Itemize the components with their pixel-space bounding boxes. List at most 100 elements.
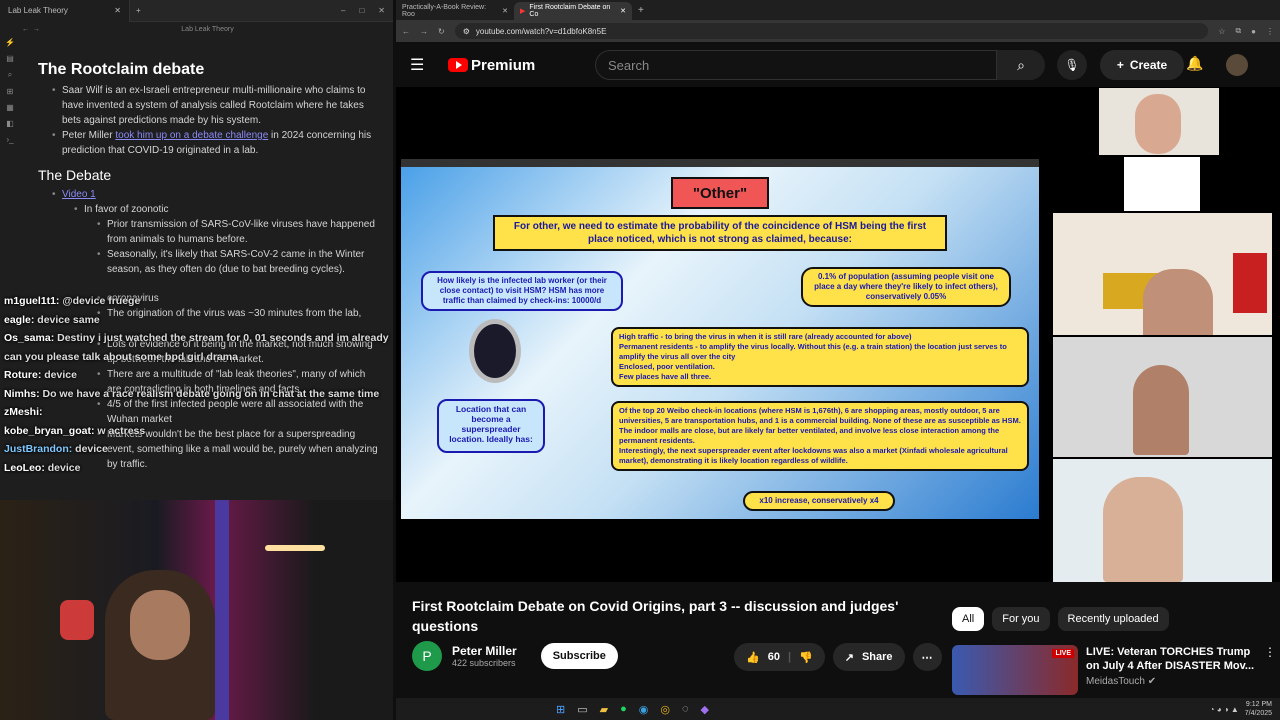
thumbs-down-icon[interactable]: 👎 (799, 651, 813, 664)
close-window-icon[interactable]: ✕ (378, 6, 385, 15)
chip-all[interactable]: All (952, 607, 985, 631)
share-label: Share (861, 651, 893, 663)
forward-icon[interactable]: → (420, 27, 428, 36)
chat-username: LeoLeo: (4, 461, 45, 474)
chat-message: JustBrandon: device (4, 440, 389, 459)
share-button[interactable]: ↗ Share (832, 643, 905, 671)
video-player[interactable]: "Other" For other, we need to estimate t… (396, 87, 1280, 582)
chat-username: zMeshi: (4, 406, 43, 418)
obsidian-icon[interactable]: ◆ (701, 703, 709, 716)
files-icon[interactable]: ▤ (6, 54, 14, 63)
hamburger-menu-icon[interactable]: ☰ (410, 55, 448, 75)
graph-icon[interactable]: ⊞ (7, 87, 14, 96)
notifications-bell-icon[interactable]: 🔔 (1186, 55, 1203, 72)
search-icon[interactable]: ⌕ (8, 70, 12, 80)
recommended-video[interactable]: LIVE LIVE: Veteran TORCHES Trump on July… (952, 645, 1276, 695)
extensions-icon[interactable]: ⧉ (1235, 26, 1241, 36)
chip-for-you[interactable]: For you (992, 607, 1050, 631)
voice-search-button[interactable]: 🎙 (1057, 50, 1087, 80)
system-tray: ◔ ◕ ◑ ▲ 9:12 PM 7/4/2025 (1210, 700, 1280, 718)
recommended-thumbnail[interactable]: LIVE (952, 645, 1078, 695)
subscribe-button[interactable]: Subscribe (540, 643, 618, 669)
chat-username: kobe_bryan_goat: (4, 424, 95, 437)
chat-text: @device fruege (62, 295, 141, 307)
tab-label: Practically-A-Book Review: Roo (402, 4, 487, 18)
canvas-icon[interactable]: ◧ (6, 119, 14, 128)
recommended-title[interactable]: LIVE: Veteran TORCHES Trump on July 4 Af… (1086, 645, 1256, 673)
profile-icon[interactable]: ● (1251, 27, 1256, 36)
time: 9:12 PM (1245, 701, 1272, 708)
windows-start-icon[interactable]: ⊞ (556, 703, 565, 716)
slide-header-box: For other, we need to estimate the proba… (493, 215, 947, 251)
user-avatar[interactable] (1226, 54, 1248, 76)
heading-rootclaim: The Rootclaim debate (38, 61, 205, 78)
chrome-icon[interactable]: ◎ (660, 703, 670, 716)
close-icon[interactable]: ✕ (114, 6, 121, 15)
like-count: 60 (767, 651, 780, 663)
streamer-face (130, 590, 190, 660)
participant-face (1143, 269, 1213, 335)
list-item: Seasonally, it's likely that SARS-CoV-2 … (97, 247, 382, 277)
spotify-icon[interactable]: ● (620, 703, 627, 716)
slide-box-increase: x10 increase, conservatively x4 (743, 491, 895, 511)
back-icon[interactable]: ← (402, 27, 410, 36)
ribbon-icon[interactable]: ⚡ (5, 38, 15, 47)
tab-label: Lab Leak Theory (8, 6, 68, 15)
obs-icon[interactable]: ◌ (682, 703, 689, 716)
channel-row: P Peter Miller 422 subscribers Subscribe (412, 641, 618, 671)
new-tab-icon[interactable]: + (632, 5, 650, 20)
close-icon[interactable]: ✕ (620, 7, 626, 15)
terminal-icon[interactable]: ›_ (6, 135, 13, 144)
search-input[interactable]: Search (595, 50, 997, 80)
task-view-icon[interactable]: ▭ (577, 703, 587, 716)
recommended-channel: MeidasTouch ✔ (1086, 676, 1256, 687)
obsidian-window: Lab Leak Theory ✕ + – □ ✕ ← → Lab Leak The… (0, 0, 393, 720)
new-tab-icon[interactable]: + (130, 6, 141, 15)
like-dislike-button[interactable]: 👍 60 | 👎 (734, 643, 825, 671)
tab-lab-leak-theory[interactable]: Lab Leak Theory ✕ (0, 0, 130, 22)
calendar-icon[interactable]: ▦ (6, 103, 14, 112)
tray-icons[interactable]: ◔ ◕ ◑ ▲ (1210, 705, 1239, 714)
create-button[interactable]: + Create (1100, 50, 1184, 80)
participant-video (1099, 88, 1219, 155)
file-explorer-icon[interactable]: ▰ (600, 703, 608, 716)
thumbs-up-icon[interactable]: 👍 (746, 651, 760, 664)
youtube-play-icon (448, 58, 468, 72)
channel-name[interactable]: Peter Miller (452, 644, 517, 658)
address-bar-row: ← → ↻ ⚙ youtube.com/watch?v=d1dbfoK8n5E ☆… (396, 20, 1280, 42)
more-options-icon[interactable]: ⋮ (1264, 645, 1276, 695)
chat-message: LeoLeo: device (4, 459, 389, 478)
tab-youtube[interactable]: ▶ First Rootclaim Debate on Co ✕ (514, 2, 632, 20)
debate-challenge-link[interactable]: took him up on a debate challenge (115, 130, 268, 141)
tab-practically[interactable]: Practically-A-Book Review: Roo ✕ (396, 2, 514, 20)
channel-avatar[interactable]: P (412, 641, 442, 671)
list-item: Prior transmission of SARS-CoV-like viru… (97, 217, 382, 247)
search-button[interactable]: ⌕ (997, 50, 1045, 80)
channel-name[interactable]: MeidasTouch (1086, 676, 1145, 687)
bullet: Enclosed, poor ventilation. (619, 362, 715, 371)
divider: | (787, 651, 792, 663)
windows-taskbar: ⊞ ▭ ▰ ● ◉ ◎ ◌ ◆ ◔ ◕ ◑ ▲ 9:12 PM 7/4/2025 (396, 698, 1280, 720)
clock[interactable]: 9:12 PM 7/4/2025 (1245, 700, 1272, 718)
video-title: First Rootclaim Debate on Covid Origins,… (412, 598, 899, 634)
close-icon[interactable]: ✕ (502, 7, 508, 15)
more-actions-button[interactable]: ⋯ (912, 643, 942, 671)
more-icon: ⋯ (921, 651, 933, 664)
participant-face (1135, 94, 1181, 154)
site-info-icon[interactable]: ⚙ (463, 27, 470, 36)
url-field[interactable]: ⚙ youtube.com/watch?v=d1dbfoK8n5E (454, 23, 1209, 39)
bookmark-star-icon[interactable]: ☆ (1218, 27, 1225, 36)
minimize-icon[interactable]: – (341, 6, 345, 15)
edge-icon[interactable]: ◉ (639, 703, 649, 716)
reload-icon[interactable]: ↻ (438, 27, 445, 36)
maximize-icon[interactable]: □ (359, 6, 364, 15)
streamer-webcam (0, 500, 393, 720)
chip-recently-uploaded[interactable]: Recently uploaded (1057, 607, 1169, 631)
create-label: Create (1129, 58, 1168, 72)
youtube-logo[interactable]: Premium (448, 57, 535, 74)
participant-video (1053, 459, 1272, 582)
menu-icon[interactable]: ⋮ (1266, 27, 1274, 36)
chat-message: zMeshi: (4, 403, 389, 422)
logo-text: Premium (471, 56, 536, 74)
video-1-link[interactable]: Video 1 (62, 189, 96, 200)
